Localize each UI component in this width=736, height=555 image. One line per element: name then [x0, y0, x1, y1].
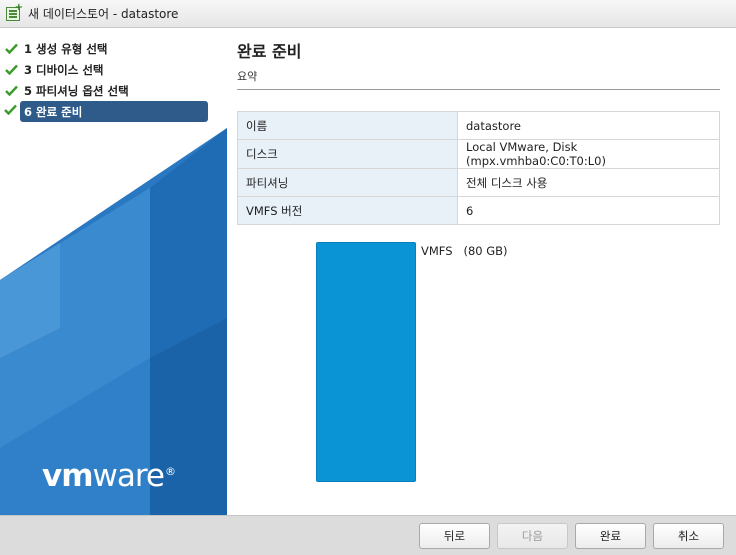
vmware-logo: vmware® [42, 458, 176, 494]
finish-button[interactable]: 완료 [575, 523, 646, 549]
wizard-step-6[interactable]: 6 완료 준비 [20, 101, 208, 122]
button-bar: 뒤로 다음 완료 취소 [0, 515, 736, 555]
summary-key: 이름 [237, 111, 458, 140]
page-title: 완료 준비 [237, 42, 302, 61]
back-button[interactable]: 뒤로 [419, 523, 490, 549]
summary-value: 6 [457, 196, 720, 225]
divider [237, 89, 720, 90]
main-panel: 완료 준비 요약 이름 datastore 디스크 Local VMware, … [227, 28, 736, 515]
wizard-sidebar: 1 생성 유형 선택 3 디바이스 선택 5 파티셔닝 옵션 선택 6 완료 준… [0, 28, 227, 515]
wizard-steps: 1 생성 유형 선택 3 디바이스 선택 5 파티셔닝 옵션 선택 6 완료 준… [0, 38, 227, 122]
add-datastore-icon [6, 2, 23, 21]
summary-value: Local VMware, Disk (mpx.vmhba0:C0:T0:L0) [457, 139, 720, 169]
next-button[interactable]: 다음 [497, 523, 568, 549]
wizard-step-5[interactable]: 5 파티셔닝 옵션 선택 [0, 80, 208, 101]
table-row: 파티셔닝 전체 디스크 사용 [237, 168, 720, 197]
wizard-step-6-row: 6 완료 준비 [0, 101, 227, 122]
wizard-step-label: 1 생성 유형 선택 [24, 41, 108, 56]
window-title: 새 데이터스토어 - datastore [28, 7, 179, 21]
title-bar: 새 데이터스토어 - datastore [0, 0, 736, 28]
table-row: 디스크 Local VMware, Disk (mpx.vmhba0:C0:T0… [237, 139, 720, 169]
vmfs-partition-block [316, 242, 416, 482]
summary-key: 파티셔닝 [237, 168, 458, 197]
wizard-step-label: 5 파티셔닝 옵션 선택 [24, 83, 129, 98]
checkmark-icon [4, 42, 18, 56]
page-subtitle: 요약 [237, 70, 258, 83]
table-row: 이름 datastore [237, 111, 720, 140]
checkmark-icon [4, 104, 18, 118]
summary-value: datastore [457, 111, 720, 140]
wizard-step-3[interactable]: 3 디바이스 선택 [0, 59, 208, 80]
wizard-step-label: 6 완료 준비 [24, 104, 83, 119]
summary-key: VMFS 버전 [237, 196, 458, 225]
vmfs-partition-label: VMFS (80 GB) [421, 244, 508, 258]
wizard-step-1[interactable]: 1 생성 유형 선택 [0, 38, 208, 59]
summary-table: 이름 datastore 디스크 Local VMware, Disk (mpx… [237, 111, 720, 225]
cancel-button[interactable]: 취소 [653, 523, 724, 549]
wizard-step-label: 3 디바이스 선택 [24, 62, 104, 77]
summary-key: 디스크 [237, 139, 458, 169]
checkmark-icon [4, 84, 18, 98]
checkmark-icon [4, 63, 18, 77]
table-row: VMFS 버전 6 [237, 196, 720, 225]
summary-value: 전체 디스크 사용 [457, 168, 720, 197]
